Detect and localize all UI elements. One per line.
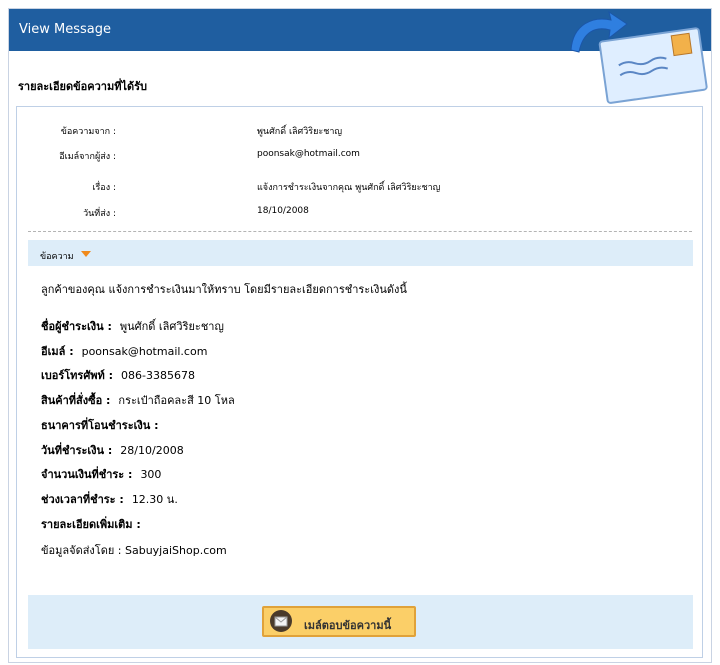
detail-row: ชื่อผู้ชำระเงิน : พูนศักดิ์ เลิศวิริยะชาญ	[41, 320, 224, 333]
sender-value: พูนศักดิ์ เลิศวิริยะชาญ	[257, 127, 343, 137]
detail-row: อีเมล์ : poonsak@hotmail.com	[41, 345, 208, 358]
message-section-label: ข้อความ	[40, 252, 74, 262]
sender-email-value: poonsak@hotmail.com	[257, 149, 360, 159]
detail-row: สินค้าที่สั่งซื้อ : กระเป๋าถือคละสี 10 โห…	[41, 394, 235, 407]
sender-label: ข้อความจาก :	[60, 127, 116, 137]
reply-button[interactable]: เมล์ตอบข้อความนี้	[262, 606, 416, 637]
message-intro: ลูกค้าของคุณ แจ้งการชำระเงินมาให้ทราบ โด…	[41, 283, 407, 296]
detail-row: วันที่ชำระเงิน :28/10/2008	[41, 444, 184, 457]
delivery-note: ข้อมูลจัดส่งโดย : SabuyjaiShop.com	[41, 544, 227, 557]
sent-date-value: 18/10/2008	[257, 206, 309, 216]
subject-label: เรื่อง :	[92, 183, 116, 193]
detail-row: รายละเอียดเพิ่มเติม :	[41, 518, 141, 531]
envelope-icon	[270, 610, 292, 632]
reply-button-label: เมล์ตอบข้อความนี้	[304, 619, 392, 632]
window-title: View Message	[19, 22, 111, 37]
detail-row: ธนาคารที่โอนชำระเงิน :	[41, 419, 159, 432]
detail-row: เบอร์โทรศัพท์ :086-3385678	[41, 369, 196, 382]
page-heading: รายละเอียดข้อความที่ได้รับ	[18, 80, 148, 93]
chevron-down-icon[interactable]	[81, 251, 91, 257]
mail-envelope-icon	[570, 10, 708, 104]
divider	[28, 231, 692, 232]
message-section-bar[interactable]: ข้อความ	[28, 240, 693, 266]
sent-date-label: วันที่ส่ง :	[83, 209, 116, 219]
detail-row: จำนวนเงินที่ชำระ :300	[41, 468, 162, 481]
detail-row: ช่วงเวลาที่ชำระ :12.30 น.	[41, 493, 178, 506]
sender-email-label: อีเมล์จากผู้ส่ง :	[59, 152, 116, 162]
subject-value: แจ้งการชำระเงินจากคุณ พูนศักดิ์ เลิศวิริ…	[257, 183, 441, 193]
